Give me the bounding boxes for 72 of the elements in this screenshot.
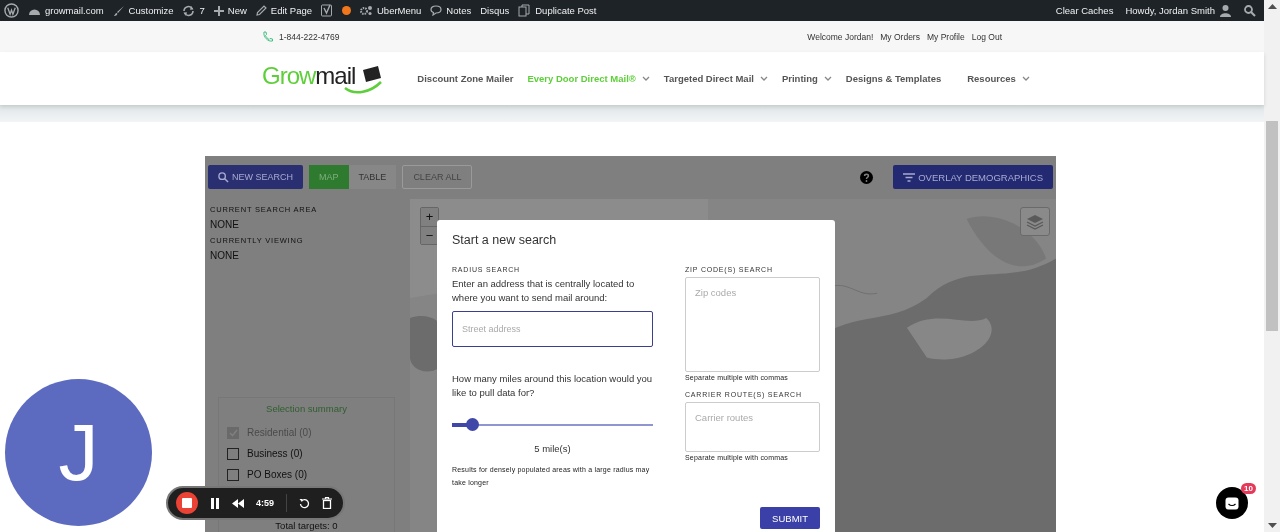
scrollbar[interactable] (1264, 0, 1280, 532)
seo-icon[interactable] (321, 4, 333, 17)
trash-icon[interactable] (322, 497, 332, 509)
street-address-field[interactable]: Street address (452, 311, 653, 347)
checkbox[interactable] (227, 468, 239, 481)
welcome-message: Welcome Jordan! (807, 31, 874, 42)
speech-bubble-icon (430, 5, 443, 16)
search-icon[interactable] (1244, 4, 1256, 17)
user-icon (1219, 4, 1232, 17)
account-menu-link[interactable]: My Orders (880, 31, 920, 42)
scrollbar-thumb[interactable] (1266, 121, 1278, 331)
plus-icon (213, 5, 224, 16)
stop-button[interactable] (176, 492, 198, 514)
summary-title: Selection summary (265, 403, 348, 414)
site-link[interactable]: growmail.com (28, 4, 104, 17)
search-icon (218, 171, 229, 183)
account-menu-link[interactable]: My Profile (926, 31, 965, 42)
admin-bar-link[interactable]: Duplicate Post (518, 4, 597, 17)
checkbox-option[interactable]: Business (0) (227, 443, 386, 464)
admin-bar-link[interactable]: New (213, 5, 247, 16)
account-link[interactable]: Howdy, Jordan Smith (1125, 4, 1232, 17)
account-menu-link[interactable]: Log Out (971, 31, 1002, 42)
scroll-up-icon[interactable] (1267, 4, 1277, 9)
dialog-title: Start a new search (452, 233, 558, 247)
admin-bar-link[interactable]: Edit Page (255, 5, 312, 16)
zip-codes-field[interactable]: Zip codes (685, 277, 820, 372)
nav-menu-item[interactable]: Resources (967, 73, 1030, 84)
help-icon[interactable] (860, 170, 874, 184)
filter-icon (903, 172, 916, 182)
admin-bar-link[interactable]: Disqus (480, 5, 510, 16)
view-tab[interactable]: TABLE (348, 165, 397, 189)
status-dot-icon[interactable] (342, 6, 351, 15)
clear-caches-link[interactable]: Clear Caches (1055, 5, 1114, 16)
avatar: J (5, 379, 152, 526)
carrier-routes-field[interactable]: Carrier routes (685, 402, 820, 452)
recording-time: 4:59 (256, 498, 274, 508)
section-value: NONE (210, 219, 240, 230)
slider-thumb[interactable] (466, 418, 480, 431)
checkbox[interactable] (227, 447, 239, 460)
admin-bar-link[interactable]: UberMenu (360, 5, 422, 16)
pause-icon[interactable] (210, 497, 220, 509)
notification-badge: 10 (1241, 483, 1256, 494)
restart-icon[interactable] (299, 497, 310, 509)
nav-menu-item[interactable]: Discount Zone Mailer (417, 73, 514, 84)
nav-menu-item[interactable]: Designs & Templates (845, 73, 942, 84)
admin-bar-link[interactable]: Customize (112, 4, 174, 17)
nav-menu-item[interactable]: Targeted Direct Mail (663, 73, 768, 84)
brush-icon (112, 4, 125, 17)
rewind-icon[interactable] (232, 498, 244, 508)
copy-icon (518, 4, 532, 17)
updates-link[interactable]: 7 (182, 4, 205, 17)
section-value: NONE (210, 250, 240, 261)
phone-icon (262, 30, 274, 43)
gears-icon (360, 5, 373, 16)
submit-button[interactable]: SUBMIT (760, 507, 820, 529)
new-search-button[interactable]: NEW SEARCH (208, 165, 303, 189)
layers-icon (1026, 213, 1044, 230)
total-targets: Total targets: 0 (274, 521, 339, 531)
miles-question: How many miles around this location would you like to pull data for? (452, 372, 653, 400)
pencil-icon (255, 5, 267, 16)
phone-number: 1-844-222-4769 (279, 31, 340, 42)
nav-menu-item[interactable]: Printing (781, 73, 832, 84)
wordpress-icon[interactable] (4, 3, 19, 18)
address-prompt: Enter an address that is centrally located to where you want to send mail around: (452, 277, 636, 305)
refresh-icon (182, 4, 196, 17)
radius-slider[interactable] (452, 418, 653, 431)
scroll-down-icon[interactable] (1267, 523, 1277, 528)
chat-icon (1225, 496, 1239, 510)
overlay-demographics-button[interactable]: OVERLAY DEMOGRAPHICS (893, 165, 1053, 189)
checkbox-option[interactable]: PO Boxes (0) (227, 464, 386, 485)
admin-bar-link[interactable]: Notes (430, 5, 472, 16)
miles-reading: 5 mile(s) (533, 443, 572, 454)
